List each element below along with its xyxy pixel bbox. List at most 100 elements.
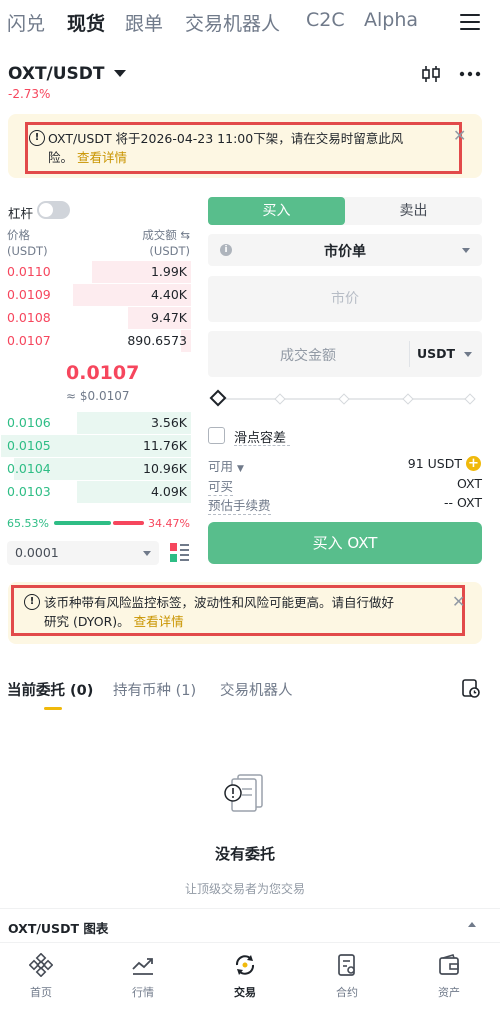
menu-icon[interactable] [460, 14, 480, 30]
close-icon[interactable]: ✕ [452, 592, 465, 611]
empty-orders-icon [218, 772, 268, 818]
slider-mark-75[interactable] [402, 393, 414, 405]
slippage-underline [234, 445, 290, 446]
close-icon[interactable]: ✕ [453, 126, 466, 145]
slippage-checkbox[interactable] [208, 427, 225, 444]
tab-spot[interactable]: 现货 [67, 9, 105, 36]
amount-input[interactable]: 成交金额 USDT [208, 331, 482, 377]
orderbook-row[interactable]: 0.0109 4.40K [0, 284, 195, 306]
price-header: 价格 (USDT) [7, 228, 48, 258]
delist-details-link[interactable]: 查看详情 [77, 150, 127, 165]
order-history-icon[interactable] [462, 679, 480, 698]
last-price-usd: ≈ $0.0107 [66, 389, 130, 403]
risk-notice-text: 该币种带有风险监控标签，波动性和风险可能更高。请自行做好 研究 (DYOR)。 … [44, 595, 395, 629]
slider-mark-100[interactable] [464, 393, 476, 405]
can-buy-value: OXT [456, 476, 482, 491]
precision-select[interactable]: 0.0001 [7, 541, 159, 565]
fee-value: -- OXT [443, 495, 482, 510]
slider-handle[interactable] [209, 389, 227, 407]
slider-mark-25[interactable] [274, 393, 286, 405]
orderbook-row[interactable]: 0.0103 4.09K [0, 481, 195, 503]
markets-icon [132, 958, 153, 975]
warning-icon: ! [24, 594, 40, 610]
orderbook-price: 0.0106 [7, 415, 51, 430]
add-funds-icon[interactable]: + [466, 456, 481, 471]
nav-assets[interactable]: 资产 [399, 943, 499, 1003]
warning-icon: ! [29, 130, 45, 146]
chart-drawer[interactable]: OXT/USDT 图表 [0, 908, 500, 942]
wallet-icon [439, 954, 459, 975]
tab-convert[interactable]: 闪兑 [7, 9, 45, 36]
leverage-label: 杠杆 [8, 206, 34, 221]
orderbook-amount: 4.40K [150, 287, 187, 302]
available-label[interactable]: 可用 ▼ [208, 456, 244, 475]
nav-trade[interactable]: 交易 [195, 943, 295, 1003]
orderbook-amount: 1.99K [150, 264, 187, 279]
price-input[interactable]: 市价 [208, 276, 482, 322]
orderbook-amount: 11.76K [143, 438, 187, 453]
order-type-select[interactable]: i 市价单 [208, 234, 482, 266]
buy-button[interactable]: 买入 OXT [208, 522, 482, 564]
available-value: 91 USDT [407, 456, 462, 471]
orderbook-row[interactable]: 0.0106 3.56K [0, 412, 195, 434]
orderbook-price: 0.0109 [7, 287, 51, 302]
pair-selector[interactable]: OXT/USDT [8, 64, 105, 84]
chart-drawer-label: OXT/USDT 图表 [8, 921, 109, 936]
orderbook-row[interactable]: 0.0105 11.76K [0, 435, 195, 457]
buy-tab[interactable]: 买入 [208, 197, 345, 225]
orderbook-price: 0.0105 [7, 438, 51, 453]
buy-ratio-bar [54, 521, 111, 525]
candlestick-icon[interactable] [420, 64, 442, 84]
nav-markets[interactable]: 行情 [93, 943, 193, 1003]
orderbook-price: 0.0108 [7, 310, 51, 325]
buy-ratio: 65.53% [7, 517, 49, 530]
can-buy-label: 可买 [208, 476, 234, 496]
price-change: -2.73% [8, 87, 51, 101]
top-tabs: 闪兑 现货 跟单 交易机器人 C2C Alpha [0, 0, 500, 46]
sell-ratio: 34.47% [148, 517, 190, 530]
bottom-nav: 首页 行情 交易 合约 资产 [0, 942, 500, 1024]
orderbook-amount: 890.6573 [127, 333, 187, 348]
sell-tab[interactable]: 卖出 [345, 197, 482, 225]
tab-alpha[interactable]: Alpha [364, 9, 418, 31]
more-icon[interactable] [458, 64, 482, 84]
slider-mark-50[interactable] [338, 393, 350, 405]
orderbook-price: 0.0110 [7, 264, 51, 279]
nav-futures[interactable]: 合约 [297, 943, 397, 1003]
caret-down-icon [143, 551, 151, 556]
delist-notice-text: OXT/USDT 将于2026-04-23 11:00下架，请在交易时留意此风 … [48, 131, 404, 165]
sell-ratio-bar [113, 521, 144, 525]
orderbook-row[interactable]: 0.0110 1.99K [0, 261, 195, 283]
orderbook-amount: 4.09K [150, 484, 187, 499]
risk-details-link[interactable]: 查看详情 [134, 614, 184, 629]
tab-bots[interactable]: 交易机器人 [220, 679, 293, 700]
last-price[interactable]: 0.0107 [66, 362, 139, 384]
futures-icon [338, 954, 355, 976]
leverage-toggle[interactable] [37, 201, 70, 219]
orderbook-layout-icon[interactable] [170, 543, 189, 562]
orderbook-amount: 3.56K [150, 415, 187, 430]
home-logo-icon [29, 953, 53, 977]
amount-header: 成交额 ⇆ (USDT) [142, 228, 190, 258]
tab-copy-trading[interactable]: 跟单 [125, 9, 163, 36]
caret-down-icon [464, 352, 472, 357]
tab-c2c[interactable]: C2C [306, 9, 345, 31]
orderbook-amount: 10.96K [143, 461, 187, 476]
nav-home[interactable]: 首页 [0, 943, 91, 1003]
amount-unit-select[interactable]: USDT [417, 346, 455, 361]
tab-trading-bots[interactable]: 交易机器人 [185, 9, 280, 36]
slippage-label[interactable]: 滑点容差 [234, 427, 286, 446]
empty-title: 没有委托 [214, 845, 275, 863]
caret-down-icon[interactable] [114, 70, 126, 77]
orderbook-row[interactable]: 0.0104 10.96K [0, 458, 195, 480]
caret-down-icon [462, 248, 470, 253]
trade-icon [235, 955, 255, 975]
sort-icon: ⇆ [180, 228, 190, 242]
caret-up-icon [468, 922, 476, 927]
empty-subtitle[interactable]: 让顶级交易者为您交易 [0, 880, 490, 897]
orderbook-row[interactable]: 0.0107 890.6573 [0, 330, 195, 352]
tab-holdings[interactable]: 持有币种 (1) [113, 679, 196, 700]
tab-open-orders[interactable]: 当前委托 (0) [7, 679, 93, 700]
orderbook-row[interactable]: 0.0108 9.47K [0, 307, 195, 329]
orderbook-price: 0.0107 [7, 333, 51, 348]
